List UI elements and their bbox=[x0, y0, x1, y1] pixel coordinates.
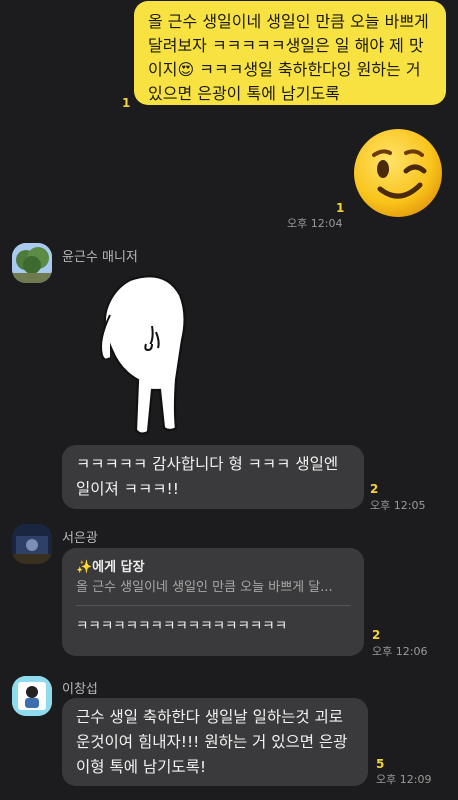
unread-count: 1 bbox=[122, 96, 131, 110]
reply-message-bubble[interactable]: ✨에게 답장 올 근수 생일이네 생일인 만큼 오늘 바쁘게 달... ㅋㅋㅋㅋ… bbox=[62, 548, 364, 656]
received-message-bubble[interactable]: 근수 생일 축하한다 생일날 일하는것 괴로 운것이여 힘내자!!! 원하는 거… bbox=[62, 698, 368, 786]
unread-count: 1 bbox=[336, 201, 345, 215]
message-text: ㅋㅋㅋㅋㅋㅋㅋㅋㅋㅋㅋㅋㅋㅋㅋㅋㅋ bbox=[76, 618, 288, 634]
unread-count: 5 bbox=[376, 757, 385, 771]
message-line: ㅋㅋㅋㅋㅋ 감사합니다 형 ㅋㅋㅋ 생일엔 bbox=[76, 455, 339, 473]
message-line: 일이져 ㅋㅋㅋ!! bbox=[76, 480, 179, 498]
received-message-bubble[interactable]: ㅋㅋㅋㅋㅋ 감사합니다 형 ㅋㅋㅋ 생일엔 일이져 ㅋㅋㅋ!! bbox=[62, 445, 364, 509]
cartoon-character-icon bbox=[12, 676, 52, 716]
sender-name: 이창섭 bbox=[62, 682, 98, 697]
message-time: 오후 12:09 bbox=[376, 773, 432, 786]
winking-face-emoji[interactable] bbox=[350, 125, 446, 221]
message-time: 오후 12:05 bbox=[370, 499, 426, 512]
reply-header: ✨에게 답장 bbox=[76, 560, 145, 575]
dark-photo-icon bbox=[12, 524, 52, 564]
tree-photo-icon bbox=[12, 243, 52, 283]
quoted-message[interactable]: 올 근수 생일이네 생일인 만큼 오늘 바쁘게 달... bbox=[76, 578, 350, 598]
message-time: 오후 12:04 bbox=[287, 217, 343, 230]
avatar[interactable] bbox=[12, 243, 52, 283]
sender-name: 윤근수 매니저 bbox=[62, 250, 138, 265]
message-line: 이지😍 ㅋㅋㅋ생일 축하한다잉 원하는 거 bbox=[148, 60, 421, 79]
reply-divider bbox=[76, 605, 350, 606]
my-message-bubble[interactable]: 올 근수 생일이네 생일인 만큼 오늘 바쁘게 달려보자 ㅋㅋㅋㅋㅋ생일은 일 … bbox=[134, 1, 446, 105]
message-line: 근수 생일 축하한다 생일날 일하는것 괴로 bbox=[76, 708, 344, 726]
message-line: 올 근수 생일이네 생일인 만큼 오늘 바쁘게 bbox=[148, 12, 429, 31]
message-line: 운것이여 힘내자!!! 원하는 거 있으면 은광 bbox=[76, 733, 348, 751]
unread-count: 2 bbox=[370, 482, 379, 496]
bowing-character-sticker[interactable] bbox=[90, 270, 200, 438]
message-line: 달려보자 ㅋㅋㅋㅋㅋ생일은 일 해야 제 맛 bbox=[148, 36, 424, 55]
message-time: 오후 12:06 bbox=[372, 645, 428, 658]
unread-count: 2 bbox=[372, 628, 381, 642]
sender-name: 서은광 bbox=[62, 531, 98, 546]
message-line: 있으면 은광이 톡에 남기도록 bbox=[148, 84, 340, 103]
avatar[interactable] bbox=[12, 524, 52, 564]
avatar[interactable] bbox=[12, 676, 52, 716]
message-line: 이형 톡에 남기도록! bbox=[76, 758, 207, 776]
